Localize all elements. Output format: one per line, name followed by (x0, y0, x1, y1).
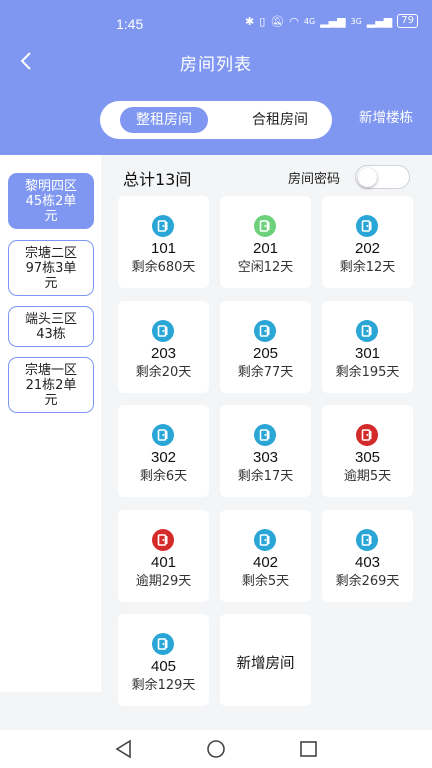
battery-icon: 79 (397, 14, 418, 28)
room-number: 402 (252, 554, 279, 571)
room-lease-status: 逾期29天 (135, 574, 192, 589)
tab-whole-rent[interactable]: 整租房间 (120, 107, 208, 133)
room-number: 205 (252, 345, 279, 362)
room-lease-status: 逾期5天 (343, 469, 392, 484)
room-lease-status: 剩余195天 (335, 365, 400, 380)
status-icons: ✱ ▯ 🔕︎ ◠ 4G ▂▄▆ 3G ▂▄▆ 79 (245, 14, 418, 28)
room-number: 202 (354, 240, 381, 257)
sidebar-item-building[interactable]: 黎明四区 45栋2单 元 (8, 173, 94, 229)
room-card[interactable]: 305 逾期5天 (322, 405, 413, 497)
mute-icon: 🔕︎ (270, 14, 285, 28)
add-room-label: 新增房间 (236, 656, 295, 672)
room-card[interactable]: 303 剩余17天 (220, 405, 311, 497)
room-number: 403 (354, 554, 381, 571)
door-icon (356, 215, 378, 237)
door-icon (254, 320, 276, 342)
sidebar-item-building[interactable]: 宗塘一区 21栋2单 元 (8, 357, 94, 413)
room-card[interactable]: 201 空闲12天 (220, 196, 311, 288)
status-time: 1:45 (116, 16, 144, 32)
door-icon (152, 320, 174, 342)
signal-4g-label: 4G (303, 16, 316, 26)
square-recents-icon (300, 741, 317, 757)
sidebar-item-building[interactable]: 宗塘二区 97栋3单 元 (8, 240, 94, 296)
add-building-button[interactable]: 新增楼栋 (359, 106, 413, 126)
sidebar-item-building[interactable]: 端头三区 43栋 (8, 306, 94, 347)
room-card[interactable]: 301 剩余195天 (322, 301, 413, 393)
bluetooth-icon: ✱ (245, 14, 255, 28)
room-number: 101 (150, 240, 177, 257)
door-icon (152, 424, 174, 446)
room-card[interactable]: 401 逾期29天 (118, 510, 209, 602)
toggle-knob (358, 168, 377, 187)
room-lease-status: 剩余17天 (237, 469, 294, 484)
room-lease-status: 剩余5天 (241, 574, 290, 589)
signal-bars-icon: ▂▄▆ (366, 14, 393, 28)
status-bar: 1:45 ✱ ▯ 🔕︎ ◠ 4G ▂▄▆ 3G ▂▄▆ 79 (0, 0, 432, 40)
circle-home-icon (207, 740, 225, 758)
add-room-button[interactable]: 新增房间 (220, 614, 311, 706)
room-password-label: 房间密码 (288, 172, 341, 187)
door-icon (356, 320, 378, 342)
room-number: 201 (252, 240, 279, 257)
rental-type-segment: 整租房间 合租房间 (100, 101, 332, 139)
system-home-button[interactable] (204, 738, 228, 760)
room-card[interactable]: 402 剩余5天 (220, 510, 311, 602)
room-card[interactable]: 203 剩余20天 (118, 301, 209, 393)
room-number: 302 (150, 449, 177, 466)
nav-bar: 房间列表 (0, 42, 432, 82)
page-title: 房间列表 (180, 55, 252, 75)
room-number: 405 (150, 658, 177, 675)
signal-3g-label: 3G (350, 16, 362, 26)
door-icon (254, 424, 276, 446)
door-icon (356, 424, 378, 446)
room-password-toggle[interactable] (355, 165, 410, 189)
wifi-icon: ◠ (289, 14, 299, 28)
door-icon (254, 529, 276, 551)
room-lease-status: 剩余680天 (131, 260, 196, 275)
system-recents-button[interactable] (296, 738, 320, 760)
door-icon (152, 529, 174, 551)
system-nav-bar (0, 730, 432, 768)
room-lease-status: 剩余77天 (237, 365, 294, 380)
door-icon (356, 529, 378, 551)
system-back-button[interactable] (112, 738, 136, 760)
building-sidebar: 黎明四区 45栋2单 元 宗塘二区 97栋3单 元 端头三区 43栋 宗塘一区 … (0, 155, 101, 692)
room-card[interactable]: 205 剩余77天 (220, 301, 311, 393)
room-card[interactable]: 403 剩余269天 (322, 510, 413, 602)
vibrate-icon: ▯ (259, 14, 266, 28)
triangle-back-icon (115, 739, 131, 759)
signal-bars-icon: ▂▄▆ (320, 14, 346, 28)
room-card[interactable]: 302 剩余6天 (118, 405, 209, 497)
room-lease-status: 剩余6天 (139, 469, 188, 484)
room-lease-status: 空闲12天 (237, 260, 294, 275)
room-lease-status: 剩余269天 (335, 574, 400, 589)
room-lease-status: 剩余12天 (339, 260, 396, 275)
room-lease-status: 剩余129天 (131, 678, 196, 693)
tab-shared-rent[interactable]: 合租房间 (230, 107, 330, 133)
room-number: 303 (252, 449, 279, 466)
room-total: 总计13间 (123, 170, 192, 189)
room-number: 305 (354, 449, 381, 466)
door-icon (152, 633, 174, 655)
door-icon (152, 215, 174, 237)
room-card[interactable]: 405 剩余129天 (118, 614, 209, 706)
door-icon (254, 215, 276, 237)
room-number: 203 (150, 345, 177, 362)
room-card[interactable]: 202 剩余12天 (322, 196, 413, 288)
room-number: 301 (354, 345, 381, 362)
room-card[interactable]: 101 剩余680天 (118, 196, 209, 288)
room-lease-status: 剩余20天 (135, 365, 192, 380)
room-number: 401 (150, 554, 177, 571)
